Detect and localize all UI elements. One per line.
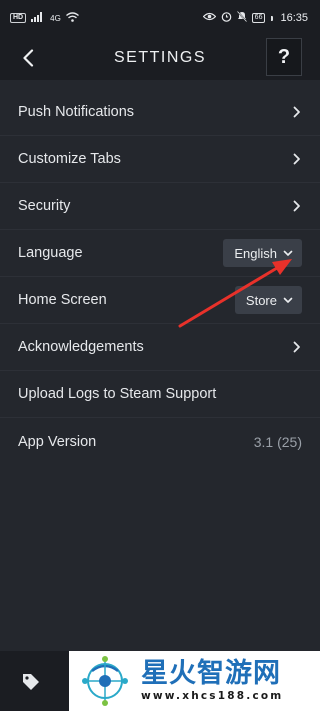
signal-icon bbox=[31, 11, 45, 25]
home-screen-dropdown[interactable]: Store bbox=[234, 286, 302, 314]
app-header: SETTINGS ? bbox=[0, 36, 320, 80]
help-icon: ? bbox=[277, 45, 291, 68]
chevron-right-icon bbox=[292, 106, 302, 118]
battery-level: 66 bbox=[254, 14, 263, 21]
watermark-logo bbox=[82, 656, 128, 706]
settings-row-security[interactable]: Security bbox=[0, 183, 320, 230]
mute-icon bbox=[236, 10, 247, 25]
row-label: Upload Logs to Steam Support bbox=[18, 386, 217, 402]
row-label: Push Notifications bbox=[18, 104, 135, 120]
row-label: Customize Tabs bbox=[18, 151, 121, 167]
settings-row-language: Language English bbox=[0, 230, 320, 277]
chevron-right-icon bbox=[292, 153, 302, 165]
settings-row-push-notifications[interactable]: Push Notifications bbox=[0, 89, 320, 136]
settings-row-customize-tabs[interactable]: Customize Tabs bbox=[0, 136, 320, 183]
row-label: Acknowledgements bbox=[18, 339, 144, 355]
chevron-right-icon bbox=[292, 200, 302, 212]
watermark-url: www.xhcs188.com bbox=[141, 690, 284, 702]
chevron-down-icon bbox=[283, 250, 293, 256]
status-bar: HD 4G 66 16:35 bbox=[0, 0, 320, 36]
settings-row-acknowledgements[interactable]: Acknowledgements bbox=[0, 324, 320, 371]
app-version-value: 3.1 (25) bbox=[253, 433, 302, 450]
chevron-down-icon bbox=[283, 297, 293, 303]
language-value: English bbox=[234, 245, 277, 261]
battery-tip bbox=[271, 15, 274, 21]
chevron-right-icon bbox=[292, 341, 302, 353]
row-label: Language bbox=[18, 245, 83, 261]
settings-row-home-screen: Home Screen Store bbox=[0, 277, 320, 324]
watermark-text: 星火智游网 www.xhcs188.com bbox=[141, 659, 283, 703]
language-dropdown[interactable]: English bbox=[223, 239, 302, 267]
wifi-icon bbox=[65, 11, 79, 25]
hd-badge: HD bbox=[10, 13, 27, 23]
settings-row-app-version: App Version 3.1 (25) bbox=[0, 418, 320, 465]
row-label: Home Screen bbox=[18, 292, 107, 308]
eye-icon bbox=[202, 12, 217, 24]
home-screen-value: Store bbox=[245, 292, 277, 308]
alarm-icon bbox=[221, 11, 232, 25]
row-label: App Version bbox=[18, 433, 97, 450]
settings-row-upload-logs[interactable]: Upload Logs to Steam Support bbox=[0, 371, 320, 418]
help-button[interactable]: ? bbox=[266, 38, 302, 76]
tag-icon bbox=[23, 674, 39, 690]
watermark: 星火智游网 www.xhcs188.com bbox=[69, 651, 320, 711]
tag-button[interactable] bbox=[14, 665, 48, 699]
watermark-title: 星火智游网 bbox=[141, 658, 281, 689]
status-left: HD 4G bbox=[10, 11, 79, 25]
network-type: 4G bbox=[50, 13, 61, 23]
status-right: 66 16:35 bbox=[202, 10, 308, 25]
status-time: 16:35 bbox=[280, 12, 308, 24]
row-label: Security bbox=[18, 198, 71, 214]
battery-icon: 66 bbox=[251, 13, 266, 23]
settings-list: Push Notifications Customize Tabs Securi… bbox=[0, 89, 320, 465]
